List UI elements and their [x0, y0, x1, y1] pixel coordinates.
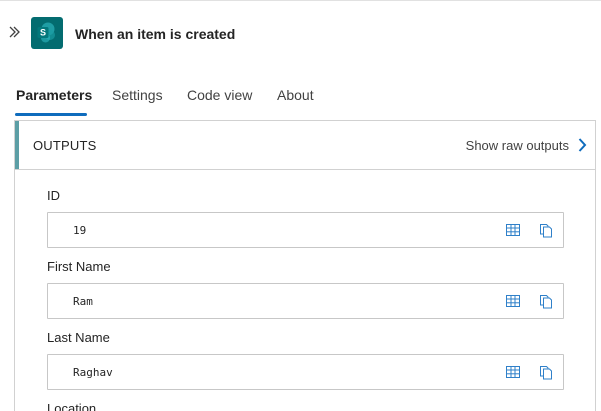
tab-code-view[interactable]: Code view: [187, 87, 252, 103]
show-raw-outputs-button[interactable]: Show raw outputs: [466, 134, 587, 156]
field-label-id: ID: [47, 188, 60, 203]
top-divider: [0, 0, 601, 1]
tab-about[interactable]: About: [277, 87, 314, 103]
page: S When an item is created Parameters Set…: [0, 0, 601, 411]
outputs-title: OUTPUTS: [33, 138, 97, 153]
outputs-accent-bar: [15, 121, 19, 169]
show-raw-outputs-label: Show raw outputs: [465, 137, 569, 153]
svg-text:S: S: [40, 28, 46, 38]
outputs-header: OUTPUTS Show raw outputs: [15, 121, 595, 170]
chevron-right-icon: [578, 138, 587, 152]
field-value-box-id[interactable]: 19: [47, 212, 564, 248]
tab-parameters[interactable]: Parameters: [16, 87, 92, 103]
field-value-box-last-name[interactable]: Raghav: [47, 354, 564, 390]
copy-icon[interactable]: [538, 364, 554, 380]
tab-bar: Parameters Settings Code view About: [0, 80, 601, 118]
field-value-first-name: Ram: [73, 295, 93, 308]
field-label-last-name: Last Name: [47, 330, 110, 345]
copy-icon[interactable]: [538, 222, 554, 238]
field-value-id: 19: [73, 224, 87, 237]
copy-icon[interactable]: [538, 293, 554, 309]
trigger-title: When an item is created: [75, 26, 236, 42]
table-view-icon[interactable]: [505, 222, 521, 238]
action-header: S When an item is created: [0, 14, 601, 54]
field-label-first-name: First Name: [47, 259, 111, 274]
table-view-icon[interactable]: [505, 293, 521, 309]
collapse-panel-button[interactable]: [7, 23, 23, 41]
active-tab-indicator: [15, 113, 87, 116]
field-value-box-first-name[interactable]: Ram: [47, 283, 564, 319]
sharepoint-icon: S: [31, 17, 63, 49]
tab-settings[interactable]: Settings: [112, 87, 163, 103]
field-value-last-name: Raghav: [73, 366, 113, 379]
table-view-icon[interactable]: [505, 364, 521, 380]
field-label-location: Location: [47, 401, 97, 411]
outputs-panel: OUTPUTS Show raw outputs ID 19 First Nam…: [14, 120, 596, 411]
double-chevron-right-icon: [9, 26, 20, 38]
